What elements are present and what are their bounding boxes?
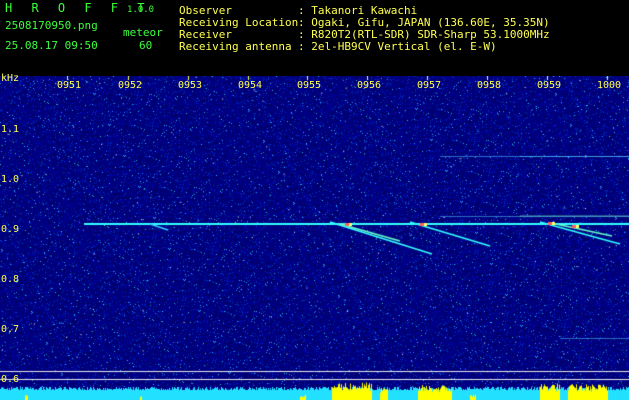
info-key-antenna: Receiving antenna (179, 40, 292, 53)
time-tick-label: 1000 (597, 80, 622, 91)
file-datetime: 25.08.17 09:50 (5, 39, 98, 52)
time-tick-label: 0952 (118, 80, 143, 91)
file-name: 2508170950.png (5, 19, 98, 32)
freq-tick-label: 1.0 (1, 174, 20, 185)
time-tick-label: 0953 (178, 80, 203, 91)
time-tick-label: 0957 (417, 80, 442, 91)
spectrogram-plot (0, 76, 629, 400)
freq-tick-label: 0.6 (1, 374, 20, 385)
meteor-count: 60 (139, 39, 153, 52)
time-tick-label: 0959 (537, 80, 562, 91)
freq-tick-label: 0.8 (1, 274, 20, 285)
time-tick-label: 0951 (57, 80, 82, 91)
freq-tick-label: 0.7 (1, 324, 20, 335)
frequency-unit-label: kHz (1, 73, 20, 84)
time-tick-label: 0954 (238, 80, 263, 91)
meteor-label: meteor (123, 26, 163, 39)
time-tick-label: 0956 (357, 80, 382, 91)
header-panel: H R O F F T 1.0.0 2508170950.png meteor … (0, 0, 629, 76)
time-tick-label: 0955 (297, 80, 322, 91)
time-tick-label: 0958 (477, 80, 502, 91)
freq-tick-label: 0.9 (1, 224, 20, 235)
info-value-antenna: : 2el-HB9CV Vertical (el. E-W) (298, 40, 497, 53)
freq-tick-label: 1.1 (1, 124, 20, 135)
app-version: 1.0.0 (127, 5, 155, 15)
